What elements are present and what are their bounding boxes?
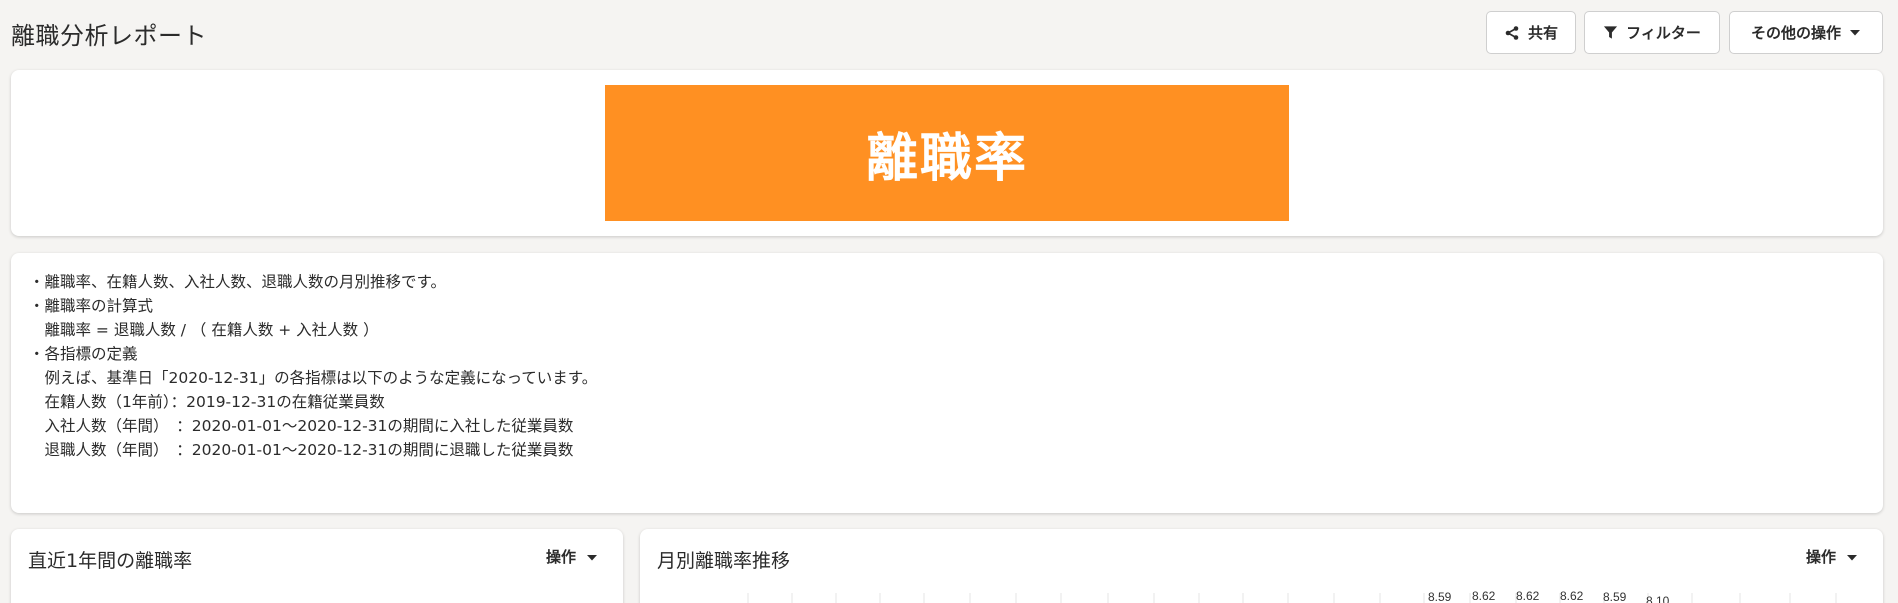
data-label: 8.10 <box>1646 594 1670 603</box>
monthly-turnover-panel: 月別離職率推移 操作 8.59 8.62 8.62 8.62 8.59 8.10 <box>640 529 1883 603</box>
description-line: 例えば、基準日「2020-12-31」の各指標は以下のような定義になっています。 <box>29 369 598 387</box>
description-line: ・離職率の計算式 <box>29 297 154 315</box>
description-card: ・離職率、在籍人数、入社人数、退職人数の月別推移です。 ・離職率の計算式 離職率… <box>11 253 1883 513</box>
more-actions-label: その他の操作 <box>1750 24 1841 42</box>
filter-label: フィルター <box>1626 24 1701 42</box>
banner-heading: 離職率 <box>605 85 1289 221</box>
page-title: 離職分析レポート <box>11 22 207 50</box>
gridlines <box>747 593 1837 603</box>
data-label: 8.59 <box>1603 590 1627 603</box>
share-button[interactable]: 共有 <box>1486 11 1576 54</box>
panel-title: 月別離職率推移 <box>657 550 791 572</box>
description-line: 在籍人数（1年前）：2019-12-31の在籍従業員数 <box>29 393 385 411</box>
banner-card: 離職率 <box>11 70 1883 236</box>
panel-actions-label: 操作 <box>545 548 576 566</box>
data-label: 8.62 <box>1560 589 1584 603</box>
data-label: 8.62 <box>1472 589 1496 603</box>
more-actions-button[interactable]: その他の操作 <box>1729 11 1883 54</box>
description-text: ・離職率、在籍人数、入社人数、退職人数の月別推移です。 ・離職率の計算式 離職率… <box>29 270 597 462</box>
share-icon <box>1504 25 1520 41</box>
data-label: 8.62 <box>1516 589 1540 603</box>
caret-down-icon <box>586 548 598 566</box>
filter-button[interactable]: フィルター <box>1584 11 1720 54</box>
share-label: 共有 <box>1527 24 1558 42</box>
description-line: 離職率 = 退職人数 / （ 在籍人数 + 入社人数 ） <box>29 321 379 339</box>
panel-title: 直近1年間の離職率 <box>28 550 193 572</box>
caret-down-icon <box>1849 29 1861 37</box>
description-line: ・離職率、在籍人数、入社人数、退職人数の月別推移です。 <box>29 273 446 291</box>
data-label: 8.59 <box>1428 590 1452 603</box>
panel-actions-button[interactable]: 操作 <box>1806 546 1858 567</box>
caret-down-icon <box>1846 548 1858 566</box>
filter-icon <box>1603 25 1618 40</box>
monthly-turnover-chart: 8.59 8.62 8.62 8.62 8.59 8.10 <box>747 589 1837 603</box>
panel-actions-label: 操作 <box>1805 548 1836 566</box>
panel-actions-button[interactable]: 操作 <box>546 546 598 567</box>
description-line: ・各指標の定義 <box>29 345 138 363</box>
description-line: 退職人数（年間） ：2020-01-01～2020-12-31の期間に退職した従… <box>29 441 574 459</box>
annual-turnover-panel: 直近1年間の離職率 操作 <box>11 529 623 603</box>
description-line: 入社人数（年間） ：2020-01-01～2020-12-31の期間に入社した従… <box>29 417 574 435</box>
page: 離職分析レポート 共有 フィルター その他の操作 離職率 ・離職率、在籍人数、入… <box>0 0 1898 603</box>
